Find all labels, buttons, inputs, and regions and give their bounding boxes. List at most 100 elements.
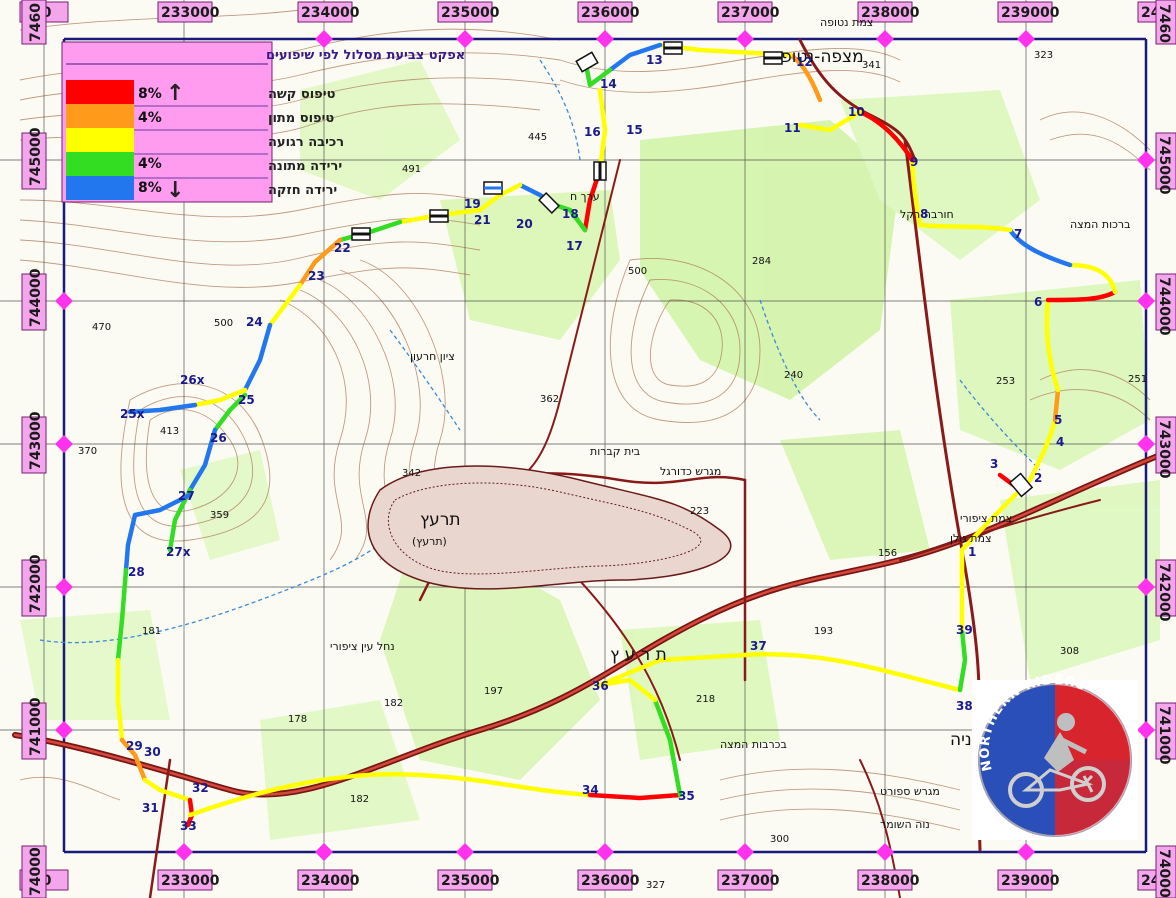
- legend-swatch-easy-riding: [66, 128, 134, 152]
- waypoint-label: 27: [178, 489, 195, 503]
- waypoint-label: 26x: [180, 373, 205, 387]
- place-label: ת ר ע ץ: [610, 645, 667, 665]
- place-label: מצפה-נטופה: [770, 47, 864, 67]
- grid-x-label-bottom: 237000: [721, 873, 780, 889]
- place-label: מגרש ספורט: [880, 785, 940, 798]
- legend-pct-steep-descent: 8%: [138, 180, 162, 196]
- down-arrow-icon: ↓: [166, 178, 184, 203]
- elevation-label: 182: [350, 794, 369, 805]
- waypoint-label: 38: [956, 699, 973, 713]
- grid-y-label-left: 744000: [28, 268, 44, 327]
- elevation-label: 240: [784, 370, 803, 381]
- elevation-label: 178: [288, 714, 307, 725]
- waypoint-label: 22: [334, 241, 351, 255]
- grid-x-label-top: 239000: [1001, 5, 1060, 21]
- elevation-label: 359: [210, 510, 229, 521]
- grid-y-label-right: 745000: [1156, 136, 1172, 195]
- place-label: תרעץ: [420, 510, 461, 530]
- elevation-label: 156: [878, 548, 897, 559]
- waypoint-label: 2: [1034, 471, 1042, 485]
- waypoint-label: 21: [474, 213, 491, 227]
- legend-label-hard-climb: טיפוס קשה: [268, 87, 336, 102]
- elevation-label: 251: [1128, 374, 1147, 385]
- grid-x-label-top: 235000: [441, 5, 500, 21]
- waypoint-label: 8: [920, 207, 928, 221]
- place-label: בכרבות המצה: [720, 738, 787, 751]
- legend-swatch-hard-climb: [66, 80, 134, 104]
- elevation-label: 362: [540, 394, 559, 405]
- elevation-label: 491: [402, 164, 421, 175]
- grid-x-label-top: 237000: [721, 5, 780, 21]
- grid-y-partial-bottom-left: 74000: [28, 847, 44, 896]
- elevation-label: 308: [1060, 646, 1079, 657]
- waypoint-label: 26: [210, 431, 227, 445]
- place-label: בית קברות: [590, 445, 640, 458]
- legend-pct-hard-climb: 8%: [138, 86, 162, 102]
- elevation-label: 197: [484, 686, 503, 697]
- grid-y-label-right: 744000: [1156, 277, 1172, 336]
- waypoint-label: 29: [126, 739, 143, 753]
- waypoint-label: 4: [1056, 435, 1064, 449]
- grid-y-partial-top-left: 7460: [28, 3, 44, 42]
- grid-x-label-top: 234000: [301, 5, 360, 21]
- elevation-label: 327: [646, 880, 665, 891]
- legend-label-easy-riding: רכיבה רגועה: [268, 135, 344, 150]
- elevation-label: 413: [160, 426, 179, 437]
- legend-swatch-steep-descent: [66, 176, 134, 200]
- grid-y-label-right: 742000: [1156, 563, 1172, 622]
- waypoint-label: 10: [848, 105, 865, 119]
- grid-x-label-top: 233000: [161, 5, 220, 21]
- waypoint-label: 14: [600, 77, 617, 91]
- waypoint-label: 9: [910, 155, 918, 169]
- grid-y-label-left: 742000: [28, 554, 44, 613]
- elevation-label: 500: [214, 318, 233, 329]
- legend-swatch-moderate-descent: [66, 152, 134, 176]
- place-label: צמת גולן: [950, 532, 992, 545]
- place-label: (תרעץ): [412, 535, 447, 548]
- elevation-label: 341: [862, 60, 881, 71]
- elevation-label: 445: [528, 132, 547, 143]
- waypoint-label: 27x: [166, 545, 191, 559]
- legend-label-moderate-climb: טיפוס מתון: [268, 111, 334, 126]
- elevation-label: 193: [814, 626, 833, 637]
- grid-x-label-top: 236000: [581, 5, 640, 21]
- waypoint-label: 30: [144, 745, 161, 759]
- waypoint-label: 25x: [120, 407, 145, 421]
- waypoint-label: 34: [582, 783, 599, 797]
- grid-x-label-bottom: 235000: [441, 873, 500, 889]
- grid-y-label-left: 745000: [28, 127, 44, 186]
- legend-label-steep-descent: ירידה חזקה: [268, 183, 337, 198]
- up-arrow-icon: ↑: [166, 81, 184, 106]
- top-coordinate-labels: 00 233000 234000 235000 236000 237000 23…: [19, 1, 1176, 23]
- legend-pct-moderate-descent: 4%: [138, 156, 162, 172]
- waypoint-label: 20: [516, 217, 533, 231]
- legend-pct-moderate-climb: 4%: [138, 110, 162, 126]
- elevation-label: 342: [402, 468, 421, 479]
- grid-x-label-bottom: 236000: [581, 873, 640, 889]
- elevation-label: 470: [92, 322, 111, 333]
- waypoint-label: 15: [626, 123, 643, 137]
- grid-x-label-bottom: 238000: [861, 873, 920, 889]
- waypoint-label: 6: [1034, 295, 1042, 309]
- waypoint-label: 11: [784, 121, 801, 135]
- waypoint-label: 17: [566, 239, 583, 253]
- elevation-label: 370: [78, 446, 97, 457]
- waypoint-label: 1: [968, 545, 976, 559]
- elevation-label: 181: [142, 626, 161, 637]
- elevation-label: 182: [384, 698, 403, 709]
- elevation-label: 323: [1034, 50, 1053, 61]
- grid-x-label-bottom: 234000: [301, 873, 360, 889]
- grid-y-label-left: 743000: [28, 411, 44, 470]
- waypoint-label: 31: [142, 801, 159, 815]
- place-label: ברכות המצה: [1070, 218, 1130, 231]
- bottom-coordinate-labels: 00 233000 234000 235000 236000 237000 23…: [19, 869, 1176, 891]
- waypoint-label: 39: [956, 623, 973, 637]
- grid-y-label-left: 741000: [28, 697, 44, 756]
- place-label: ערך ח: [570, 190, 600, 203]
- topographic-map: 00 233000 234000 235000 236000 237000 23…: [0, 0, 1176, 898]
- waypoint-label: 32: [192, 781, 209, 795]
- elevation-label: 253: [996, 376, 1015, 387]
- legend-swatch-moderate-climb: [66, 104, 134, 128]
- waypoint-label: 18: [562, 207, 579, 221]
- waypoint-label: 37: [750, 639, 767, 653]
